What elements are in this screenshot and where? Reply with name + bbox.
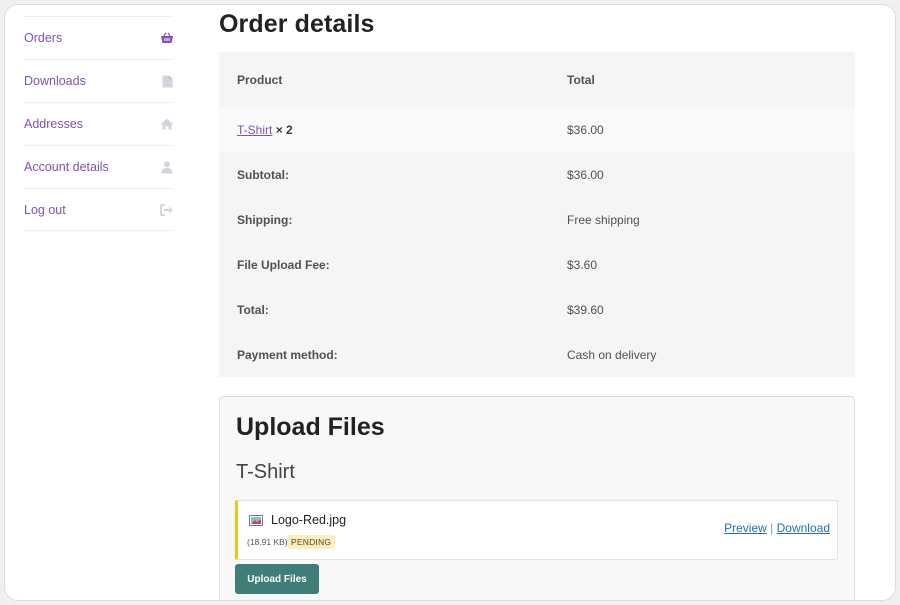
upload-product-name: T-Shirt bbox=[236, 461, 295, 483]
uploaded-file-card: Logo-Red.jpg (18.91 KB) PENDING Preview … bbox=[235, 500, 838, 560]
file-actions: Preview | Download bbox=[724, 521, 830, 535]
preview-link[interactable]: Preview bbox=[724, 521, 767, 535]
sidebar-item-label: Account details bbox=[24, 160, 109, 174]
item-product-cell: T-Shirt × 2 bbox=[237, 123, 293, 137]
image-file-icon bbox=[249, 513, 263, 526]
sign-out-icon bbox=[160, 203, 174, 217]
row-label: Subtotal: bbox=[237, 167, 289, 182]
page-frame: Orders Downloads Addresses Account detai… bbox=[4, 4, 896, 601]
table-row-file-upload-fee: File Upload Fee: $3.60 bbox=[219, 242, 855, 287]
sidebar-item-addresses[interactable]: Addresses bbox=[24, 102, 174, 145]
table-row-total: Total: $39.60 bbox=[219, 287, 855, 332]
upload-files-button[interactable]: Upload Files bbox=[235, 564, 319, 594]
download-link[interactable]: Download bbox=[777, 521, 830, 535]
table-row-payment-method: Payment method: Cash on delivery bbox=[219, 332, 855, 377]
sidebar-item-label: Downloads bbox=[24, 74, 86, 88]
action-separator: | bbox=[770, 521, 774, 535]
sidebar-item-log-out[interactable]: Log out bbox=[24, 188, 174, 231]
sidebar-item-orders[interactable]: Orders bbox=[24, 16, 174, 59]
row-label: Payment method: bbox=[237, 347, 338, 362]
row-label: Shipping: bbox=[237, 212, 293, 227]
basket-icon bbox=[160, 31, 174, 45]
file-size: (18.91 KB) bbox=[247, 537, 288, 547]
product-link[interactable]: T-Shirt bbox=[237, 123, 272, 137]
file-name: Logo-Red.jpg bbox=[271, 513, 347, 527]
column-header-total: Total bbox=[567, 72, 595, 87]
file-icon bbox=[160, 74, 174, 88]
table-row-shipping: Shipping: Free shipping bbox=[219, 197, 855, 242]
row-label: Total: bbox=[237, 302, 269, 317]
row-value: Free shipping bbox=[567, 212, 640, 227]
sidebar-item-label: Log out bbox=[24, 202, 66, 217]
item-quantity: × 2 bbox=[275, 122, 293, 137]
sidebar-item-account-details[interactable]: Account details bbox=[24, 145, 174, 188]
order-details-table: Product Total T-Shirt × 2 $36.00 Subtota… bbox=[219, 52, 855, 377]
upload-files-panel: Upload Files T-Shirt Logo-Red.jpg (18.91… bbox=[219, 396, 855, 600]
order-details-title: Order details bbox=[219, 10, 375, 38]
home-icon bbox=[160, 117, 174, 131]
row-value: $3.60 bbox=[567, 257, 598, 272]
row-value: $39.60 bbox=[567, 302, 604, 317]
upload-files-title: Upload Files bbox=[236, 413, 385, 441]
sidebar-item-downloads[interactable]: Downloads bbox=[24, 59, 174, 102]
table-row-subtotal: Subtotal: $36.00 bbox=[219, 152, 855, 197]
row-value: $36.00 bbox=[567, 167, 604, 182]
user-icon bbox=[160, 160, 174, 174]
status-badge: PENDING bbox=[287, 535, 336, 549]
sidebar-item-label: Addresses bbox=[24, 117, 84, 131]
table-row-item: T-Shirt × 2 $36.00 bbox=[219, 107, 855, 152]
sidebar-item-label: Orders bbox=[24, 31, 63, 45]
table-header-row: Product Total bbox=[219, 52, 855, 107]
column-header-product: Product bbox=[237, 72, 283, 87]
row-value: Cash on delivery bbox=[567, 347, 657, 362]
account-navigation: Orders Downloads Addresses Account detai… bbox=[24, 16, 174, 231]
item-total: $36.00 bbox=[567, 122, 604, 137]
row-label: File Upload Fee: bbox=[237, 257, 330, 272]
